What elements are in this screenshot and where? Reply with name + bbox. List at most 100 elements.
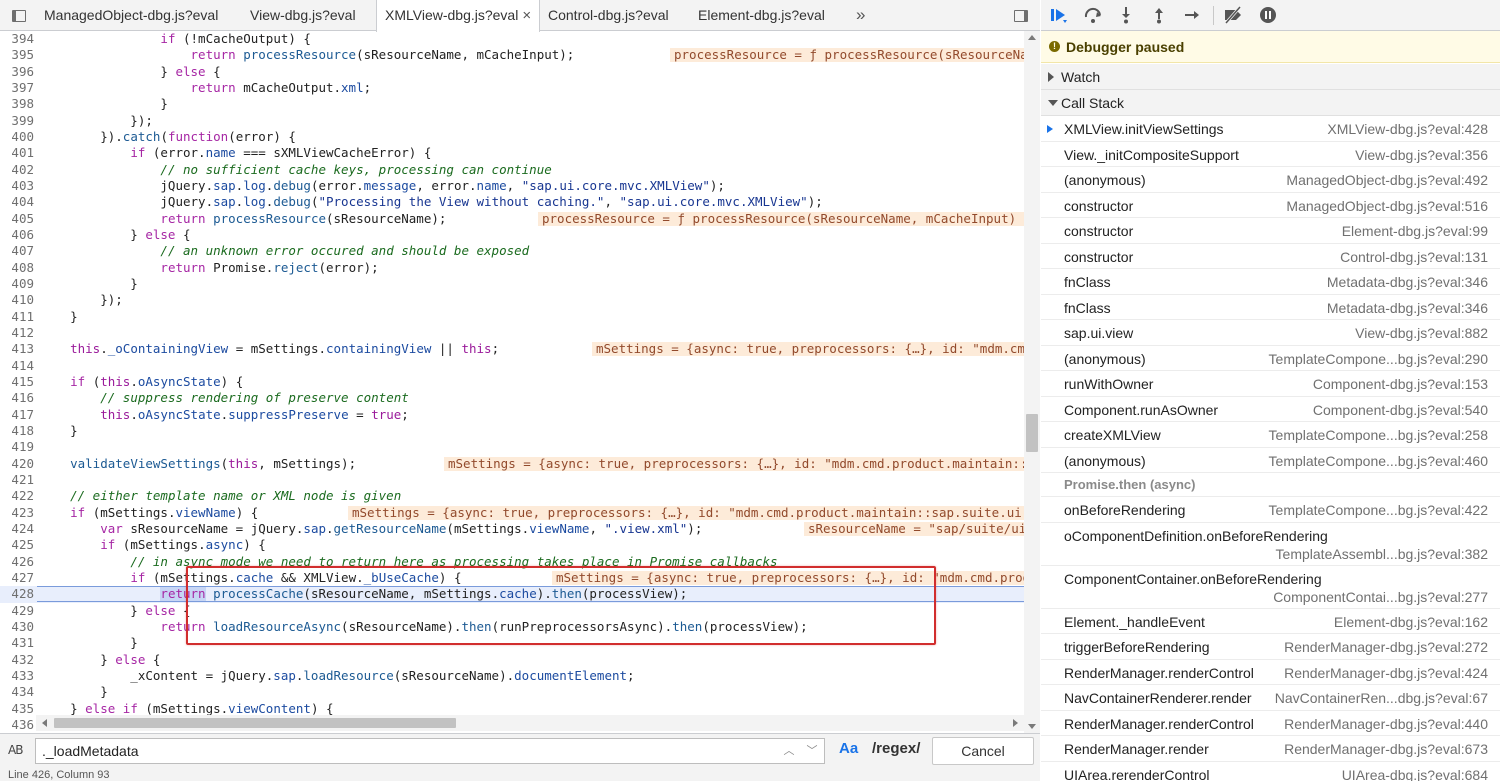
scroll-left-icon[interactable]	[42, 719, 47, 727]
tab-element[interactable]: Element-dbg.js?eval	[690, 0, 825, 31]
call-frame[interactable]: constructor Element-dbg.js?eval:99	[1041, 218, 1500, 244]
line-number[interactable]: 415	[0, 374, 34, 390]
call-frame[interactable]: XMLView.initViewSettings XMLView-dbg.js?e…	[1041, 116, 1500, 142]
scroll-up-icon[interactable]	[1028, 35, 1036, 40]
step-into-icon[interactable]	[1114, 4, 1138, 26]
code-line[interactable]: 434 }	[0, 684, 1024, 700]
code-line[interactable]: 402 // no sufficient cache keys, process…	[0, 162, 1024, 178]
line-number[interactable]: 421	[0, 472, 34, 488]
frame-source-location[interactable]: View-dbg.js?eval:882	[1355, 325, 1488, 341]
tab-control[interactable]: Control-dbg.js?eval	[540, 0, 669, 31]
line-number[interactable]: 411	[0, 309, 34, 325]
scroll-thumb[interactable]	[54, 718, 456, 728]
call-frame[interactable]: NavContainerRenderer.render NavContainerR…	[1041, 685, 1500, 711]
code-line[interactable]: 398 }	[0, 96, 1024, 112]
call-frame[interactable]: triggerBeforeRendering RenderManager-dbg.…	[1041, 634, 1500, 660]
code-line[interactable]: 400 }).catch(function(error) {	[0, 129, 1024, 145]
step-over-icon[interactable]	[1081, 4, 1105, 26]
call-frame[interactable]: (anonymous) TemplateCompone...bg.js?eval:…	[1041, 448, 1500, 473]
code-line[interactable]: 411 }	[0, 309, 1024, 325]
line-number[interactable]: 396	[0, 64, 34, 80]
line-number[interactable]: 427	[0, 570, 34, 586]
line-number[interactable]: 426	[0, 554, 34, 570]
code-line[interactable]: 403 jQuery.sap.log.debug(error.message, …	[0, 178, 1024, 194]
line-number[interactable]: 414	[0, 358, 34, 374]
code-line[interactable]: 397 return mCacheOutput.xml;	[0, 80, 1024, 96]
frame-source-location[interactable]: Component-dbg.js?eval:540	[1313, 402, 1488, 418]
code-line[interactable]: 409 }	[0, 276, 1024, 292]
step-icon[interactable]	[1180, 4, 1204, 26]
frame-source-location[interactable]: TemplateCompone...bg.js?eval:460	[1269, 453, 1488, 469]
watch-section-header[interactable]: Watch	[1041, 64, 1500, 90]
previous-match-icon[interactable]: ︿	[780, 741, 798, 761]
code-line[interactable]: 417 this.oAsyncState.suppressPreserve = …	[0, 407, 1024, 423]
code-line[interactable]: 415 if (this.oAsyncState) {	[0, 374, 1024, 390]
line-number[interactable]: 403	[0, 178, 34, 194]
frame-source-location[interactable]: Metadata-dbg.js?eval:346	[1327, 274, 1488, 290]
line-number[interactable]: 405	[0, 211, 34, 227]
frame-source-location[interactable]: ManagedObject-dbg.js?eval:492	[1286, 172, 1488, 188]
line-number[interactable]: 410	[0, 292, 34, 308]
next-match-icon[interactable]: ﹀	[803, 741, 821, 761]
line-number[interactable]: 408	[0, 260, 34, 276]
code-line[interactable]: 418 }	[0, 423, 1024, 439]
scroll-thumb[interactable]	[1026, 414, 1038, 452]
call-frame[interactable]: fnClass Metadata-dbg.js?eval:346	[1041, 269, 1500, 295]
line-number[interactable]: 422	[0, 488, 34, 504]
frame-source-location[interactable]: RenderManager-dbg.js?eval:440	[1284, 716, 1488, 732]
resume-icon[interactable]	[1047, 4, 1071, 26]
code-line[interactable]: 406 } else {	[0, 227, 1024, 243]
code-line[interactable]: 399 });	[0, 113, 1024, 129]
call-frame[interactable]: ComponentContainer.onBeforeRendering Comp…	[1041, 566, 1500, 609]
more-tabs-icon[interactable]: »	[856, 0, 865, 31]
search-input[interactable]	[35, 738, 825, 764]
line-number[interactable]: 433	[0, 668, 34, 684]
match-case-toggle[interactable]: Aa	[839, 740, 858, 757]
code-line[interactable]: 433 _xContent = jQuery.sap.loadResource(…	[0, 668, 1024, 684]
frame-source-location[interactable]: Control-dbg.js?eval:131	[1340, 249, 1488, 265]
frame-source-location[interactable]: RenderManager-dbg.js?eval:424	[1284, 665, 1488, 681]
scroll-right-icon[interactable]	[1013, 719, 1018, 727]
line-number[interactable]: 436	[0, 717, 34, 733]
horizontal-scrollbar[interactable]	[36, 715, 1024, 731]
line-number[interactable]: 402	[0, 162, 34, 178]
call-frame[interactable]: sap.ui.view View-dbg.js?eval:882	[1041, 320, 1500, 346]
tab-view[interactable]: View-dbg.js?eval	[242, 0, 356, 31]
frame-source-location[interactable]: TemplateCompone...bg.js?eval:290	[1269, 351, 1488, 367]
call-frame[interactable]: runWithOwner Component-dbg.js?eval:153	[1041, 371, 1500, 397]
line-number[interactable]: 397	[0, 80, 34, 96]
line-number[interactable]: 434	[0, 684, 34, 700]
call-frame[interactable]: (anonymous) ManagedObject-dbg.js?eval:492	[1041, 167, 1500, 193]
code-line[interactable]: 424 var sResourceName = jQuery.sap.getRe…	[0, 521, 1024, 537]
code-line[interactable]: 432 } else {	[0, 652, 1024, 668]
line-number[interactable]: 424	[0, 521, 34, 537]
call-frame[interactable]: Element._handleEvent Element-dbg.js?eval:…	[1041, 609, 1500, 634]
frame-source-location[interactable]: TemplateAssembl...bg.js?eval:382	[1276, 546, 1488, 562]
frame-source-location[interactable]: NavContainerRen...dbg.js?eval:67	[1275, 690, 1488, 706]
code-line[interactable]: 416 // suppress rendering of preserve co…	[0, 390, 1024, 406]
line-number[interactable]: 398	[0, 96, 34, 112]
code-line[interactable]: 395 return processResource(sResourceName…	[0, 47, 1024, 63]
line-number[interactable]: 416	[0, 390, 34, 406]
vertical-scrollbar[interactable]	[1024, 31, 1040, 733]
frame-source-location[interactable]: ManagedObject-dbg.js?eval:516	[1286, 198, 1488, 214]
code-line[interactable]: 410 });	[0, 292, 1024, 308]
frame-source-location[interactable]: XMLView-dbg.js?eval:428	[1327, 121, 1488, 137]
call-frame[interactable]: RenderManager.render RenderManager-dbg.js…	[1041, 736, 1500, 762]
replace-mode-icon[interactable]: AB	[8, 743, 23, 757]
tab-managedobject[interactable]: ManagedObject-dbg.js?eval	[36, 0, 218, 31]
toggle-debugger-icon[interactable]	[1006, 0, 1036, 31]
line-number[interactable]: 412	[0, 325, 34, 341]
code-line[interactable]: 413 this._oContainingView = mSettings.co…	[0, 341, 1024, 357]
code-line[interactable]: 419	[0, 439, 1024, 455]
call-frame[interactable]: fnClass Metadata-dbg.js?eval:346	[1041, 295, 1500, 320]
line-number[interactable]: 409	[0, 276, 34, 292]
line-number[interactable]: 425	[0, 537, 34, 553]
line-number[interactable]: 420	[0, 456, 34, 472]
frame-source-location[interactable]: RenderManager-dbg.js?eval:673	[1284, 741, 1488, 757]
line-number[interactable]: 435	[0, 701, 34, 717]
line-number[interactable]: 401	[0, 145, 34, 161]
call-frame[interactable]: UIArea.rerenderControl UIArea-dbg.js?eval…	[1041, 762, 1500, 781]
toggle-navigator-icon[interactable]	[4, 0, 34, 31]
call-frame[interactable]: onBeforeRendering TemplateCompone...bg.js…	[1041, 497, 1500, 523]
